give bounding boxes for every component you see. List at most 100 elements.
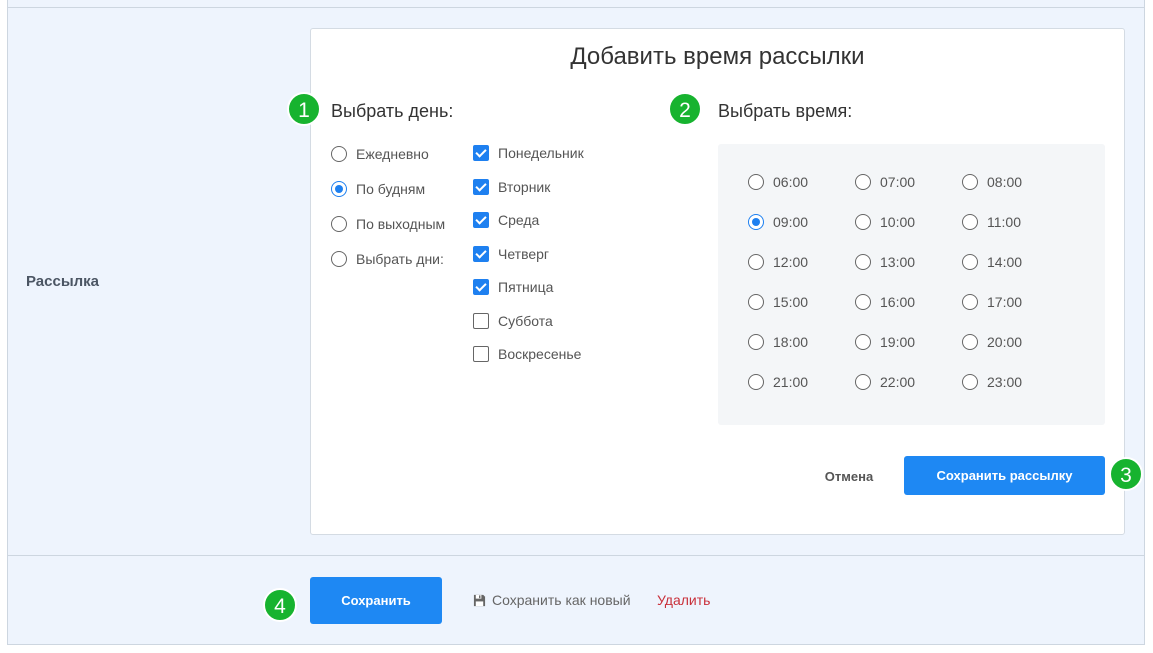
day-mode-option[interactable]: Ежедневно: [331, 146, 429, 162]
time-radio[interactable]: [962, 214, 978, 230]
top-divider: [8, 7, 1144, 8]
weekday-checkbox[interactable]: [473, 312, 489, 329]
time-option[interactable]: 15:00: [748, 294, 808, 310]
form-container: Рассылка Добавить время рассылки Выбрать…: [7, 0, 1145, 645]
time-radio[interactable]: [962, 334, 978, 350]
time-radio[interactable]: [748, 374, 764, 390]
time-label: 11:00: [987, 214, 1021, 230]
time-option[interactable]: 14:00: [962, 254, 1022, 270]
time-label: 13:00: [880, 254, 916, 270]
weekday-option[interactable]: Четверг: [473, 245, 550, 262]
time-label: 06:00: [773, 174, 809, 190]
floppy-disk-icon: [473, 594, 486, 606]
time-radio[interactable]: [855, 214, 871, 230]
day-mode-label: По будням: [356, 181, 426, 197]
time-label: 16:00: [880, 294, 916, 310]
cancel-button[interactable]: Отмена: [799, 459, 899, 493]
weekday-option[interactable]: Среда: [473, 212, 539, 228]
time-option[interactable]: 08:00: [962, 174, 1022, 190]
time-radio[interactable]: [748, 214, 764, 230]
section-label: Рассылка: [26, 273, 100, 290]
delete-link[interactable]: Удалить: [657, 592, 710, 608]
day-mode-option[interactable]: По выходным: [331, 216, 445, 232]
time-option[interactable]: 13:00: [855, 254, 915, 270]
time-radio[interactable]: [855, 254, 871, 270]
weekday-checkbox[interactable]: [473, 178, 489, 195]
weekday-checkbox[interactable]: [473, 346, 489, 362]
day-mode-label: Ежедневно: [356, 146, 429, 162]
day-mode-option[interactable]: По будням: [331, 181, 425, 197]
time-radio[interactable]: [962, 374, 978, 390]
time-radio[interactable]: [748, 334, 764, 350]
dialog-title: Добавить время рассылки: [570, 43, 865, 70]
day-mode-radio[interactable]: [331, 251, 347, 267]
time-label: 18:00: [773, 334, 809, 350]
save-as-new-label: Сохранить как новый: [492, 592, 631, 608]
time-option[interactable]: 18:00: [748, 334, 808, 350]
time-option[interactable]: 07:00: [855, 174, 915, 190]
time-grid: 06:00 07:00 08:00 09:00 10:00 11:00 12:00 13:00…: [718, 144, 1105, 425]
time-label: 23:00: [987, 374, 1023, 390]
time-option[interactable]: 11:00: [962, 214, 1021, 230]
time-radio[interactable]: [855, 174, 871, 190]
day-mode-label: Выбрать дни:: [356, 251, 444, 267]
save-as-new-link[interactable]: Сохранить как новый: [473, 592, 631, 608]
step-badge-3: 3: [1109, 457, 1143, 491]
time-option[interactable]: 19:00: [855, 334, 915, 350]
step-badge-4: 4: [263, 588, 297, 622]
time-radio[interactable]: [748, 294, 764, 310]
time-option[interactable]: 21:00: [748, 374, 808, 390]
mailing-time-dialog: Добавить время рассылки Выбрать день: Вы…: [310, 28, 1125, 535]
time-heading: Выбрать время:: [718, 101, 853, 121]
day-heading: Выбрать день:: [331, 101, 454, 121]
day-mode-radio[interactable]: [331, 216, 347, 232]
time-option[interactable]: 12:00: [748, 254, 808, 270]
save-mailing-button[interactable]: Сохранить рассылку: [904, 456, 1105, 495]
time-option[interactable]: 17:00: [962, 294, 1022, 310]
time-radio[interactable]: [748, 254, 764, 270]
day-mode-radio[interactable]: [331, 181, 347, 197]
time-label: 19:00: [880, 334, 916, 350]
weekday-label: Понедельник: [498, 145, 584, 161]
time-option[interactable]: 10:00: [855, 214, 915, 230]
step-badge-2: 2: [668, 92, 702, 126]
weekday-label: Воскресенье: [498, 346, 582, 362]
time-option[interactable]: 23:00: [962, 374, 1022, 390]
weekday-option[interactable]: Суббота: [473, 312, 553, 329]
time-radio[interactable]: [962, 174, 978, 190]
time-label: 17:00: [987, 294, 1023, 310]
weekday-checkbox[interactable]: [473, 145, 489, 161]
time-radio[interactable]: [855, 294, 871, 310]
time-option[interactable]: 22:00: [855, 374, 915, 390]
time-radio[interactable]: [748, 174, 764, 190]
weekday-option[interactable]: Понедельник: [473, 145, 584, 161]
weekday-checkbox[interactable]: [473, 279, 489, 295]
weekday-checkbox[interactable]: [473, 212, 489, 228]
time-radio[interactable]: [962, 294, 978, 310]
weekday-label: Пятница: [498, 279, 554, 295]
weekday-label: Суббота: [498, 312, 553, 329]
footer-divider: [8, 555, 1144, 556]
day-mode-radio[interactable]: [331, 146, 347, 162]
weekday-label: Вторник: [498, 178, 551, 195]
weekday-option[interactable]: Воскресенье: [473, 346, 581, 362]
time-label: 21:00: [773, 374, 809, 390]
weekday-label: Среда: [498, 212, 540, 228]
time-label: 14:00: [987, 254, 1023, 270]
save-button[interactable]: Сохранить: [310, 577, 442, 624]
time-radio[interactable]: [855, 374, 871, 390]
time-option[interactable]: 09:00: [748, 214, 808, 230]
weekday-option[interactable]: Пятница: [473, 279, 553, 295]
weekday-option[interactable]: Вторник: [473, 178, 551, 195]
time-option[interactable]: 20:00: [962, 334, 1022, 350]
time-radio[interactable]: [855, 334, 871, 350]
time-option[interactable]: 06:00: [748, 174, 808, 190]
weekday-label: Четверг: [498, 245, 550, 262]
time-option[interactable]: 16:00: [855, 294, 915, 310]
time-label: 15:00: [773, 294, 809, 310]
day-mode-option[interactable]: Выбрать дни:: [331, 251, 444, 267]
time-label: 10:00: [880, 214, 916, 230]
time-radio[interactable]: [962, 254, 978, 270]
weekday-checkbox[interactable]: [473, 245, 489, 262]
time-label: 20:00: [987, 334, 1023, 350]
